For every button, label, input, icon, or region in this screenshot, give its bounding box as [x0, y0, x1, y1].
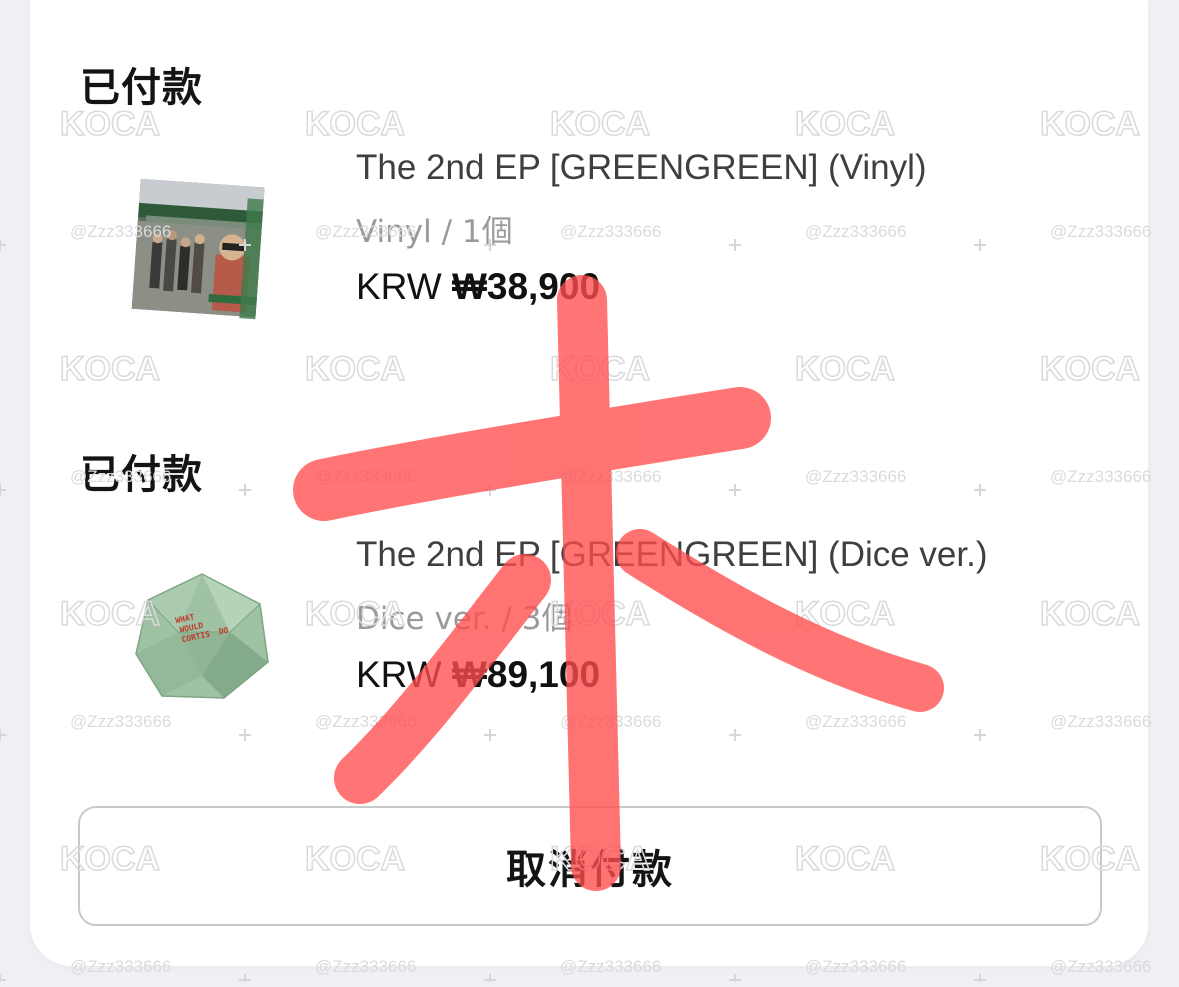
- cancel-payment-button[interactable]: 取消付款: [78, 806, 1102, 926]
- plus-watermark-icon: [0, 729, 6, 741]
- product-price: KRW ₩89,100: [356, 654, 600, 696]
- product-option: Vinyl / 1個: [356, 214, 513, 250]
- payment-status-label: 已付款: [80, 65, 203, 111]
- price-currency: KRW: [356, 266, 442, 307]
- price-amount: ₩89,100: [451, 654, 601, 695]
- price-currency: KRW: [356, 654, 442, 695]
- vinyl-album-cover-image[interactable]: [122, 175, 272, 325]
- product-name[interactable]: The 2nd EP [GREENGREEN] (Vinyl): [356, 148, 927, 188]
- plus-watermark-icon: [239, 974, 251, 986]
- dice-product-image[interactable]: WHAT WOULD CORTIS DO: [132, 570, 272, 704]
- plus-watermark-icon: [484, 974, 496, 986]
- payment-status-label: 已付款: [80, 452, 203, 498]
- plus-watermark-icon: [729, 974, 741, 986]
- price-amount: ₩38,900: [451, 266, 601, 307]
- product-name[interactable]: The 2nd EP [GREENGREEN] (Dice ver.): [356, 535, 988, 575]
- plus-watermark-icon: [0, 239, 6, 251]
- order-card: 已付款 The 2nd EP [GREENGREEN] (Vinyl) Viny…: [30, 0, 1148, 966]
- plus-watermark-icon: [0, 484, 6, 496]
- plus-watermark-icon: [974, 974, 986, 986]
- product-option: Dice ver. / 3個: [356, 601, 573, 637]
- plus-watermark-icon: [0, 974, 6, 986]
- product-price: KRW ₩38,900: [356, 266, 600, 308]
